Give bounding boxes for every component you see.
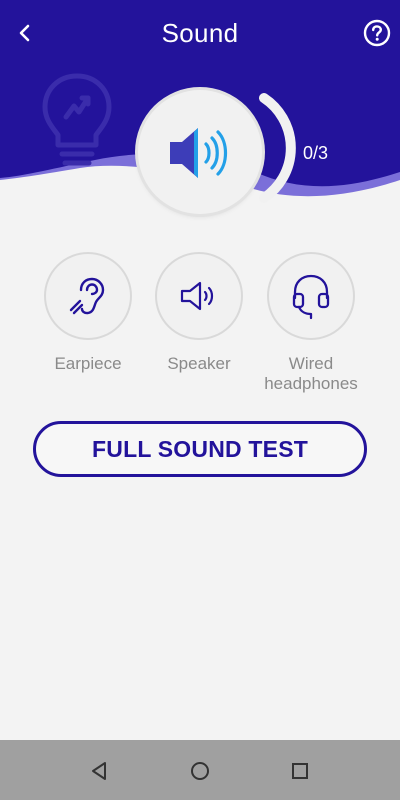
earpiece-button[interactable] bbox=[44, 252, 132, 340]
help-button[interactable] bbox=[360, 16, 394, 50]
speaker-button[interactable] bbox=[155, 252, 243, 340]
option-label: Wired headphones bbox=[264, 354, 358, 393]
system-navigation-bar bbox=[0, 740, 400, 800]
option-speaker[interactable]: Speaker bbox=[141, 252, 257, 374]
nav-back-icon[interactable] bbox=[88, 760, 110, 782]
option-earpiece[interactable]: Earpiece bbox=[30, 252, 146, 374]
question-circle-icon bbox=[363, 19, 391, 47]
ear-icon bbox=[69, 277, 105, 315]
full-sound-test-button[interactable]: FULL SOUND TEST bbox=[33, 421, 367, 477]
sound-test-options: Earpiece Speaker Wired headphones bbox=[0, 252, 400, 402]
nav-home-icon[interactable] bbox=[189, 760, 211, 782]
option-label: Speaker bbox=[167, 354, 231, 373]
sound-status-circle bbox=[138, 90, 262, 214]
wired-headphones-button[interactable] bbox=[267, 252, 355, 340]
progress-count: 0/3 bbox=[303, 143, 329, 163]
speaker-volume-icon bbox=[170, 128, 228, 178]
headphones-icon bbox=[292, 274, 330, 320]
nav-recents-icon[interactable] bbox=[289, 760, 311, 782]
option-wired-headphones[interactable]: Wired headphones bbox=[253, 252, 369, 394]
lightbulb-icon bbox=[42, 73, 112, 166]
header: Sound 0/3 bbox=[0, 0, 400, 214]
option-label: Earpiece bbox=[54, 354, 122, 373]
speaker-icon bbox=[180, 281, 214, 311]
page-title: Sound bbox=[161, 18, 239, 48]
